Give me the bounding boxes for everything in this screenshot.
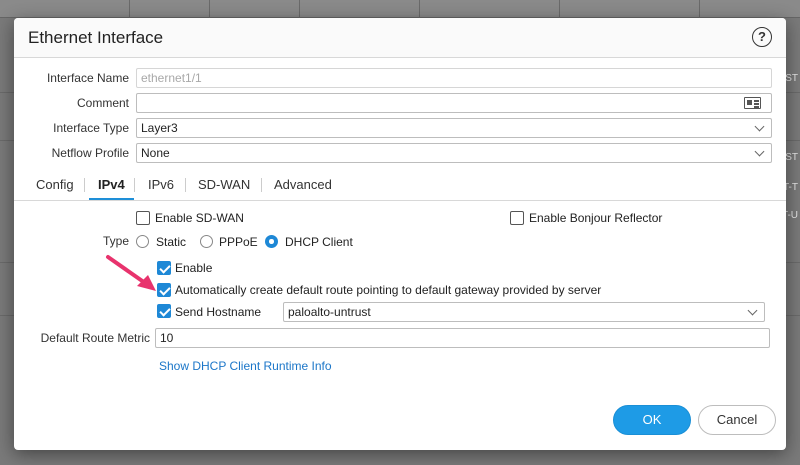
chevron-down-icon xyxy=(754,121,765,132)
tab-separator xyxy=(84,178,85,192)
chevron-down-icon xyxy=(754,146,765,157)
chevron-down-icon xyxy=(747,305,758,316)
send-hostname-checkbox[interactable] xyxy=(157,304,171,318)
cancel-button[interactable]: Cancel xyxy=(698,405,776,435)
default-route-metric-input[interactable]: 10 xyxy=(155,328,770,348)
show-dhcp-runtime-info-link[interactable]: Show DHCP Client Runtime Info xyxy=(159,359,332,373)
background-header-cell xyxy=(560,0,700,18)
type-dhcp-client-radio[interactable] xyxy=(265,235,278,248)
interface-name-field: ethernet1/1 xyxy=(136,68,772,88)
background-header-cell xyxy=(300,0,420,18)
type-static-radio[interactable] xyxy=(136,235,149,248)
netflow-profile-label: Netflow Profile xyxy=(51,146,129,160)
default-route-metric-label: Default Route Metric xyxy=(40,331,150,345)
background-table-header xyxy=(0,0,800,18)
interface-name-label: Interface Name xyxy=(46,71,129,85)
type-label: Type xyxy=(102,234,129,248)
tab-advanced[interactable]: Advanced xyxy=(274,177,332,192)
background-header-cell xyxy=(130,0,210,18)
type-pppoe-radio[interactable] xyxy=(200,235,213,248)
tab-separator xyxy=(185,178,186,192)
tab-ipv4[interactable]: IPv4 xyxy=(98,177,125,192)
tab-separator xyxy=(261,178,262,192)
enable-bonjour-reflector-label: Enable Bonjour Reflector xyxy=(529,211,663,225)
tab-sd-wan[interactable]: SD-WAN xyxy=(198,177,250,192)
address-card-icon[interactable] xyxy=(744,97,761,109)
netflow-profile-select[interactable]: None xyxy=(136,143,772,163)
enable-bonjour-reflector-checkbox[interactable] xyxy=(510,211,524,225)
tab-separator xyxy=(134,178,135,192)
tab-config[interactable]: Config xyxy=(36,177,74,192)
active-tab-indicator xyxy=(89,198,134,200)
dhcp-enable-label: Enable xyxy=(175,261,213,275)
annotation-arrow-icon xyxy=(106,255,156,291)
type-pppoe-label: PPPoE xyxy=(219,235,258,249)
dialog-header: Ethernet Interface ? xyxy=(14,18,786,58)
tab-bar: Config IPv4 IPv6 SD-WAN Advanced xyxy=(14,171,786,201)
type-static-label: Static xyxy=(156,235,187,249)
ok-button[interactable]: OK xyxy=(613,405,691,435)
background-header-cell xyxy=(0,0,130,18)
interface-type-label: Interface Type xyxy=(53,121,129,135)
auto-default-route-label: Automatically create default route point… xyxy=(175,283,602,297)
hostname-select[interactable]: paloalto-untrust xyxy=(283,302,765,322)
dialog-title: Ethernet Interface xyxy=(28,28,164,47)
hostname-value: paloalto-untrust xyxy=(288,305,371,319)
tab-ipv6[interactable]: IPv6 xyxy=(148,177,174,192)
enable-sd-wan-label: Enable SD-WAN xyxy=(155,211,244,225)
comment-label: Comment xyxy=(76,96,129,110)
enable-sd-wan-checkbox[interactable] xyxy=(136,211,150,225)
ethernet-interface-dialog: Ethernet Interface ? Interface Name ethe… xyxy=(14,18,786,450)
comment-input[interactable] xyxy=(136,93,772,113)
send-hostname-label: Send Hostname xyxy=(175,305,262,319)
type-dhcp-client-label: DHCP Client xyxy=(285,235,353,249)
netflow-profile-value: None xyxy=(141,146,170,160)
background-header-cell xyxy=(210,0,300,18)
interface-type-select[interactable]: Layer3 xyxy=(136,118,772,138)
background-header-cell xyxy=(420,0,560,18)
interface-type-value: Layer3 xyxy=(141,121,178,135)
question-circle-icon[interactable]: ? xyxy=(752,27,772,47)
